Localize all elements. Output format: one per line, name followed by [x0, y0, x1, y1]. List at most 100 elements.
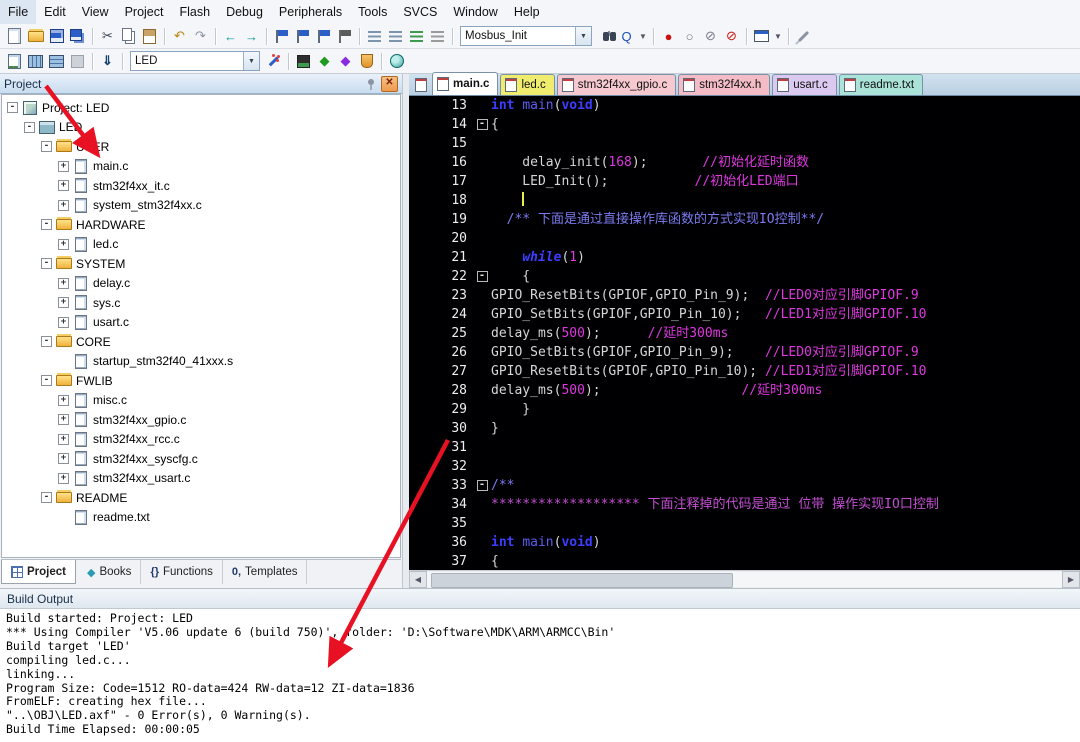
expander-plus-icon[interactable]: + [58, 453, 69, 465]
pack-installer-icon[interactable] [386, 51, 407, 71]
fold-collapse-icon[interactable]: - [476, 271, 488, 282]
scroll-right-button[interactable]: ▶ [1062, 571, 1080, 588]
panel-tab-books[interactable]: ◆ Books [78, 560, 142, 584]
editor-tab-stm32f4xx-gpio-c[interactable]: stm32f4xx_gpio.c [556, 74, 677, 95]
menu-item-file[interactable]: File [0, 0, 37, 24]
tree-item-system[interactable]: - SYSTEM [2, 254, 400, 274]
menu-item-help[interactable]: Help [506, 0, 548, 24]
tree-item-project-led[interactable]: - Project: LED [2, 98, 400, 118]
expander-plus-icon[interactable]: + [58, 394, 69, 406]
expander-minus-icon[interactable]: - [41, 219, 52, 231]
chevron-down-icon[interactable]: ▼ [575, 27, 591, 45]
navigate-forward-icon[interactable]: → [241, 26, 262, 46]
download-icon[interactable]: ⇓ [97, 51, 118, 71]
editor-tab-main-c[interactable]: main.c [432, 72, 499, 95]
navigate-back-icon[interactable]: ← [220, 26, 241, 46]
editor-tab-stm32f4xx-h[interactable]: stm32f4xx.h [678, 74, 771, 95]
menu-item-project[interactable]: Project [117, 0, 172, 24]
tree-item-misc-c[interactable]: + misc.c [2, 391, 400, 411]
tree-item-stm32f4xx-it-c[interactable]: + stm32f4xx_it.c [2, 176, 400, 196]
incremental-find-icon[interactable]: Q [616, 26, 637, 46]
build-icon[interactable] [25, 51, 46, 71]
fold-collapse-icon[interactable]: - [476, 480, 488, 491]
code-area[interactable]: 13 int main(void) 14-{15 16 delay_init(168)… [409, 96, 1080, 570]
tree-item-led-c[interactable]: + led.c [2, 235, 400, 255]
chevron-down-icon[interactable]: ▼ [243, 52, 259, 70]
menu-item-view[interactable]: View [74, 0, 117, 24]
menu-item-window[interactable]: Window [445, 0, 505, 24]
new-file-icon[interactable] [4, 26, 25, 46]
disable-all-breakpoints-icon[interactable]: ⊘ [700, 26, 721, 46]
expander-minus-icon[interactable]: - [41, 336, 52, 348]
expander-plus-icon[interactable]: + [58, 199, 69, 211]
scrollbar-track[interactable] [427, 572, 1062, 588]
panel-tab-project[interactable]: Project [1, 560, 76, 584]
tree-item-user[interactable]: - USER [2, 137, 400, 157]
save-all-icon[interactable] [67, 26, 88, 46]
expander-plus-icon[interactable]: + [58, 433, 69, 445]
tree-item-sys-c[interactable]: + sys.c [2, 293, 400, 313]
toggle-bookmark-icon[interactable] [271, 26, 292, 46]
menu-item-debug[interactable]: Debug [218, 0, 271, 24]
expander-plus-icon[interactable]: + [58, 238, 69, 250]
expander-minus-icon[interactable]: - [41, 141, 52, 153]
comment-selection-icon[interactable] [406, 26, 427, 46]
enable-disable-breakpoint-icon[interactable]: ○ [679, 26, 700, 46]
editor-tab-readme-txt[interactable]: readme.txt [838, 74, 924, 95]
uncomment-selection-icon[interactable] [427, 26, 448, 46]
tree-item-stm32f4xx-gpio-c[interactable]: + stm32f4xx_gpio.c [2, 410, 400, 430]
tree-item-stm32f4xx-usart-c[interactable]: + stm32f4xx_usart.c [2, 469, 400, 489]
menu-item-flash[interactable]: Flash [171, 0, 218, 24]
paste-icon[interactable] [139, 26, 160, 46]
tree-item-usart-c[interactable]: + usart.c [2, 313, 400, 333]
rebuild-all-icon[interactable] [46, 51, 67, 71]
tree-item-led[interactable]: - LED [2, 118, 400, 138]
menu-item-edit[interactable]: Edit [36, 0, 74, 24]
tree-item-startup-stm32f40-41xxx-s[interactable]: startup_stm32f40_41xxx.s [2, 352, 400, 372]
window-select-dropdown-icon[interactable]: ▼ [772, 26, 784, 46]
editor-tab-usart-c[interactable]: usart.c [772, 74, 837, 95]
tree-item-main-c[interactable]: + main.c [2, 157, 400, 177]
tree-item-readme[interactable]: - README [2, 488, 400, 508]
kill-all-breakpoints-icon[interactable]: ⊘ [721, 26, 742, 46]
manage-run-time-environment-icon[interactable] [293, 51, 314, 71]
panel-tab-templates[interactable]: 0, Templates [223, 560, 308, 584]
pin-icon[interactable] [364, 77, 378, 91]
fold-collapse-icon[interactable]: - [476, 119, 488, 130]
flash-protect-icon[interactable] [356, 51, 377, 71]
stop-build-icon[interactable] [67, 51, 88, 71]
prev-bookmark-icon[interactable] [292, 26, 313, 46]
tree-item-fwlib[interactable]: - FWLIB [2, 371, 400, 391]
insert-breakpoint-icon[interactable]: ● [658, 26, 679, 46]
expander-minus-icon[interactable]: - [41, 492, 52, 504]
expander-minus-icon[interactable]: - [41, 375, 52, 387]
panel-tab-functions[interactable]: {} Functions [141, 560, 223, 584]
editor-hscrollbar[interactable]: ◀ ▶ [409, 570, 1080, 588]
expander-plus-icon[interactable]: + [58, 277, 69, 289]
expander-plus-icon[interactable]: + [58, 180, 69, 192]
open-file-icon[interactable] [25, 26, 46, 46]
find-in-files-icon[interactable] [595, 26, 616, 46]
expander-minus-icon[interactable]: - [24, 121, 35, 133]
close-panel-button[interactable]: ✕ [381, 75, 398, 92]
menu-item-tools[interactable]: Tools [350, 0, 395, 24]
tree-item-hardware[interactable]: - HARDWARE [2, 215, 400, 235]
next-bookmark-icon[interactable] [313, 26, 334, 46]
tree-item-system-stm32f4xx-c[interactable]: + system_stm32f4xx.c [2, 196, 400, 216]
tree-item-readme-txt[interactable]: readme.txt [2, 508, 400, 528]
find-dropdown-icon[interactable]: ▼ [637, 26, 649, 46]
expander-plus-icon[interactable]: + [58, 472, 69, 484]
editor-tab-led-c[interactable]: led.c [500, 74, 555, 95]
build-output-body[interactable]: Build started: Project: LED *** Using Com… [0, 609, 1080, 742]
tree-item-core[interactable]: - CORE [2, 332, 400, 352]
expander-plus-icon[interactable]: + [58, 316, 69, 328]
redo-icon[interactable]: ↷ [190, 26, 211, 46]
save-icon[interactable] [46, 26, 67, 46]
file-extensions-icon[interactable]: ◆ [314, 51, 335, 71]
scrollbar-thumb[interactable] [431, 573, 733, 588]
project-tree[interactable]: - Project: LED - LED - USER + main.c + stm32f4xx_… [1, 94, 401, 558]
scroll-left-button[interactable]: ◀ [409, 571, 427, 588]
document-list-icon[interactable] [413, 77, 429, 93]
tree-item-stm32f4xx-rcc-c[interactable]: + stm32f4xx_rcc.c [2, 430, 400, 450]
clear-bookmarks-icon[interactable] [334, 26, 355, 46]
